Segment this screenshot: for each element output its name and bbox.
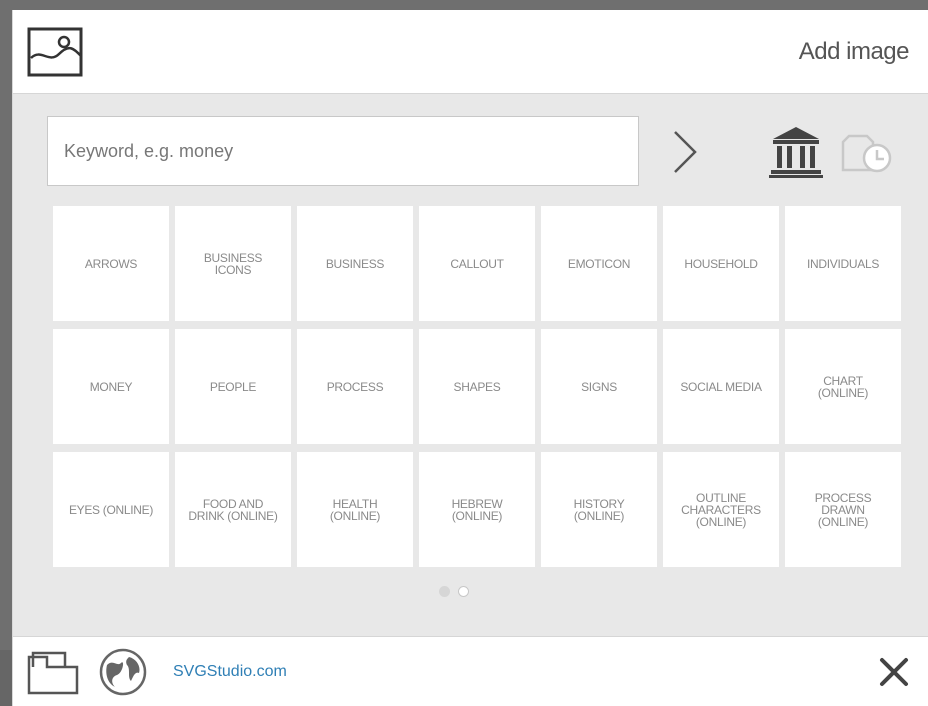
- category-tile[interactable]: EMOTICON: [541, 206, 657, 321]
- category-tile[interactable]: CALLOUT: [419, 206, 535, 321]
- pagination-dots: [439, 586, 469, 597]
- category-tile[interactable]: EYES (ONLINE): [53, 452, 169, 567]
- image-icon: [27, 26, 83, 78]
- category-tile[interactable]: BUSINESS: [297, 206, 413, 321]
- folder-icon[interactable]: [25, 645, 83, 699]
- category-tile[interactable]: CHART (ONLINE): [785, 329, 901, 444]
- category-tile[interactable]: HISTORY (ONLINE): [541, 452, 657, 567]
- dialog-footer: SVGStudio.com: [13, 636, 928, 706]
- category-tile[interactable]: SHAPES: [419, 329, 535, 444]
- window-edge: [0, 650, 12, 706]
- category-tile[interactable]: HOUSEHOLD: [663, 206, 779, 321]
- bank-icon[interactable]: [769, 124, 823, 180]
- category-tile[interactable]: PROCESS DRAWN (ONLINE): [785, 452, 901, 567]
- category-tile[interactable]: PROCESS: [297, 329, 413, 444]
- category-tile[interactable]: INDIVIDUALS: [785, 206, 901, 321]
- category-tile[interactable]: HEBREW (ONLINE): [419, 452, 535, 567]
- svgstudio-link[interactable]: SVGStudio.com: [173, 663, 287, 681]
- close-icon[interactable]: [877, 655, 911, 689]
- dialog-title: Add image: [798, 38, 910, 65]
- category-tile[interactable]: FOOD AND DRINK (ONLINE): [175, 452, 291, 567]
- category-tile[interactable]: MONEY: [53, 329, 169, 444]
- category-tile[interactable]: OUTLINE CHARACTERS (ONLINE): [663, 452, 779, 567]
- add-image-dialog: Add image ARROWSBUSINESS ICONSBUSINESSCA…: [12, 10, 928, 706]
- search-input[interactable]: [47, 116, 639, 186]
- category-tile[interactable]: ARROWS: [53, 206, 169, 321]
- page-dot-2[interactable]: [458, 586, 469, 597]
- category-tile[interactable]: PEOPLE: [175, 329, 291, 444]
- category-grid: ARROWS BUSINESS ICONS BUSINESS CALLOUT EMOTI…: [53, 206, 901, 567]
- category-tile[interactable]: SOCIAL MEDIA: [663, 329, 779, 444]
- page-dot-1[interactable]: [439, 586, 450, 597]
- chevron-right-icon[interactable]: [667, 128, 703, 176]
- category-tile[interactable]: SIGNS: [541, 329, 657, 444]
- category-tile[interactable]: BUSINESS ICONS: [175, 206, 291, 321]
- category-tile[interactable]: HEALTH (ONLINE): [297, 452, 413, 567]
- globe-icon[interactable]: [97, 647, 149, 697]
- history-icon[interactable]: [839, 128, 895, 178]
- dialog-header: Add image: [13, 10, 928, 94]
